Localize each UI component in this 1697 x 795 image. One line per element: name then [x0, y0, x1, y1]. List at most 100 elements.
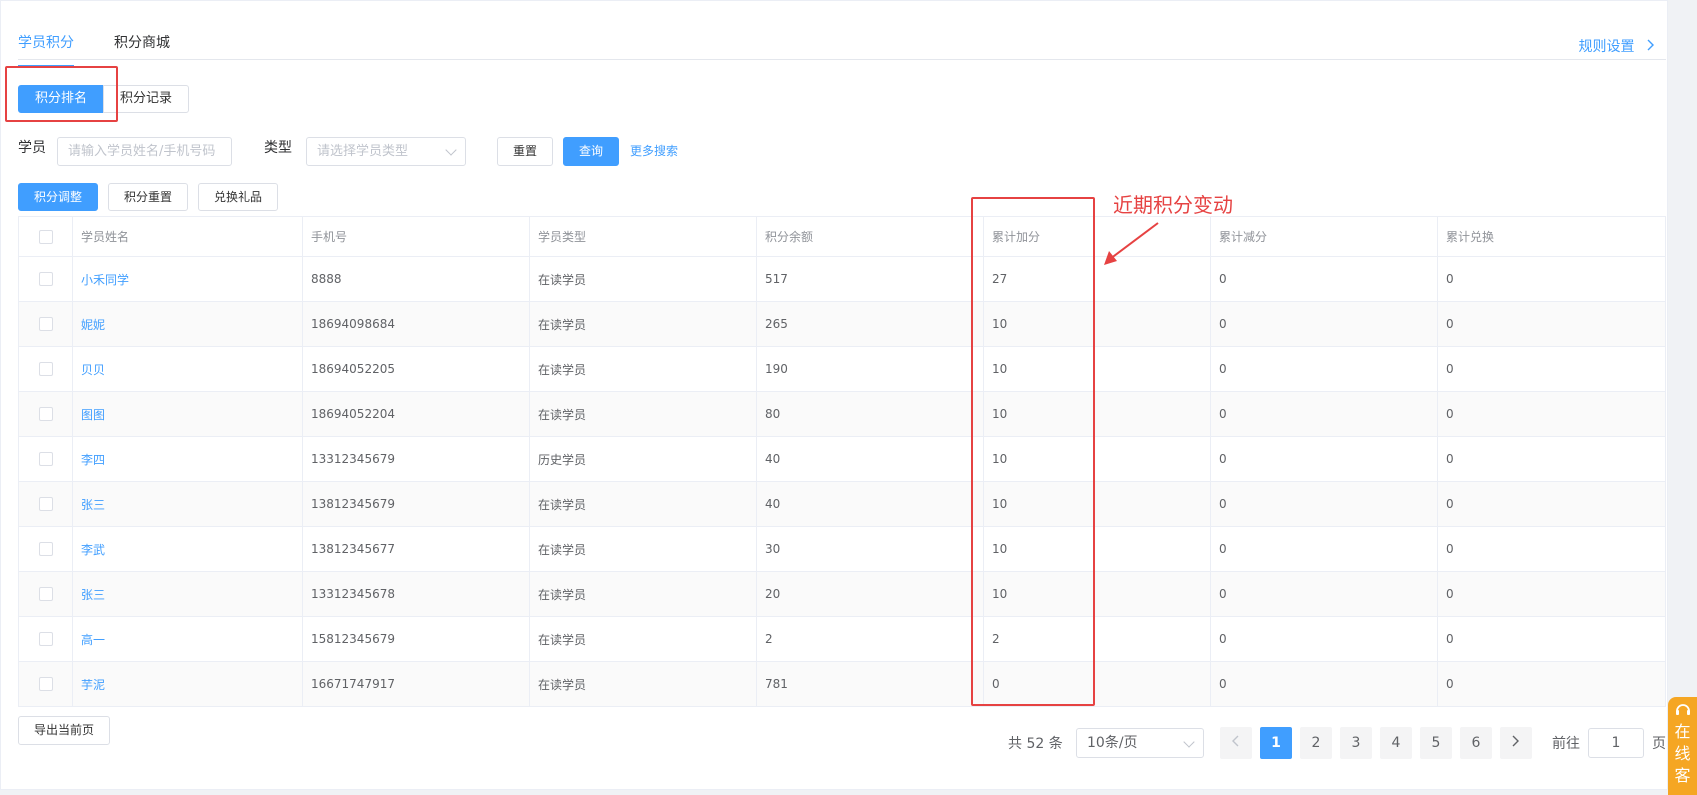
- redeemed-cell: 0: [1437, 526, 1666, 572]
- balance-cell: 40: [756, 436, 984, 482]
- redeem-gift-button[interactable]: 兑换礼品: [198, 183, 278, 211]
- row-checkbox[interactable]: [38, 677, 53, 692]
- row-checkbox-cell: [18, 256, 73, 302]
- redeemed-cell: 0: [1437, 391, 1666, 437]
- type-cell: 在读学员: [529, 256, 757, 302]
- row-checkbox-cell: [18, 571, 73, 617]
- table-header-row: 学员姓名 手机号 学员类型 积分余额 累计加分 累计减分 累计兑换: [18, 216, 1666, 257]
- row-checkbox-cell: [18, 391, 73, 437]
- segment-ranking[interactable]: 积分排名: [18, 85, 105, 113]
- points-ranking-table: 学员姓名 手机号 学员类型 积分余额 累计加分 累计减分 累计兑换 小禾同学 8…: [18, 216, 1666, 707]
- page-button-6[interactable]: 6: [1460, 727, 1492, 759]
- phone-cell: 8888: [302, 256, 530, 302]
- type-label: 类型: [264, 140, 292, 156]
- column-header-deducted[interactable]: 累计减分: [1210, 216, 1438, 257]
- student-name-link[interactable]: 李武: [72, 526, 303, 572]
- rule-settings-link[interactable]: 规则设置: [1579, 36, 1655, 56]
- tab-student-points[interactable]: 学员积分: [18, 32, 74, 67]
- column-header-name[interactable]: 学员姓名: [72, 216, 303, 257]
- reset-points-button[interactable]: 积分重置: [108, 183, 188, 211]
- type-cell: 在读学员: [529, 481, 757, 527]
- adjust-points-button[interactable]: 积分调整: [18, 183, 98, 211]
- table-row: 妮妮 18694098684 在读学员 265 10 0 0: [18, 301, 1666, 347]
- table-row: 张三 13812345679 在读学员 40 10 0 0: [18, 481, 1666, 527]
- query-button[interactable]: 查询: [563, 137, 619, 166]
- redeemed-cell: 0: [1437, 481, 1666, 527]
- added-cell: 10: [983, 391, 1211, 437]
- column-header-type[interactable]: 学员类型: [529, 216, 757, 257]
- online-service-label: 在线客: [1674, 722, 1691, 785]
- row-checkbox[interactable]: [38, 542, 53, 557]
- row-checkbox[interactable]: [38, 272, 53, 287]
- prev-page-button[interactable]: [1220, 727, 1252, 759]
- added-cell: 10: [983, 436, 1211, 482]
- column-header-phone[interactable]: 手机号: [302, 216, 530, 257]
- row-checkbox[interactable]: [38, 497, 53, 512]
- next-page-button[interactable]: [1500, 727, 1532, 759]
- row-checkbox-cell: [18, 526, 73, 572]
- student-name-link[interactable]: 图图: [72, 391, 303, 437]
- phone-cell: 18694052204: [302, 391, 530, 437]
- row-checkbox[interactable]: [38, 632, 53, 647]
- reset-button[interactable]: 重置: [497, 137, 553, 166]
- deducted-cell: 0: [1210, 661, 1438, 707]
- added-cell: 27: [983, 256, 1211, 302]
- type-cell: 历史学员: [529, 436, 757, 482]
- student-name-link[interactable]: 张三: [72, 571, 303, 617]
- balance-cell: 80: [756, 391, 984, 437]
- view-segment: 积分排名 积分记录: [18, 85, 190, 113]
- row-checkbox-cell: [18, 616, 73, 662]
- student-search-input[interactable]: 请输入学员姓名/手机号码: [57, 137, 232, 166]
- chevron-right-icon: [1647, 39, 1655, 55]
- page-button-2[interactable]: 2: [1300, 727, 1332, 759]
- page-size-select[interactable]: 10条/页: [1076, 728, 1204, 758]
- deducted-cell: 0: [1210, 481, 1438, 527]
- page-button-1[interactable]: 1: [1260, 727, 1292, 759]
- row-checkbox[interactable]: [38, 317, 53, 332]
- page-button-4[interactable]: 4: [1380, 727, 1412, 759]
- page-button-3[interactable]: 3: [1340, 727, 1372, 759]
- phone-cell: 13312345679: [302, 436, 530, 482]
- phone-cell: 13812345677: [302, 526, 530, 572]
- row-checkbox[interactable]: [38, 587, 53, 602]
- row-checkbox-cell: [18, 346, 73, 392]
- balance-cell: 30: [756, 526, 984, 572]
- goto-suffix: 页: [1652, 736, 1666, 752]
- tab-divider: [18, 59, 1666, 60]
- balance-cell: 40: [756, 481, 984, 527]
- goto-label: 前往: [1552, 736, 1580, 752]
- student-type-select[interactable]: 请选择学员类型: [306, 137, 466, 166]
- column-header-balance[interactable]: 积分余额: [756, 216, 984, 257]
- deducted-cell: 0: [1210, 571, 1438, 617]
- table-row: 小禾同学 8888 在读学员 517 27 0 0: [18, 256, 1666, 302]
- student-label: 学员: [18, 140, 46, 156]
- online-service-widget[interactable]: 在线客: [1668, 697, 1697, 795]
- export-page-button[interactable]: 导出当前页: [18, 716, 110, 745]
- student-name-link[interactable]: 小禾同学: [72, 256, 303, 302]
- select-all-checkbox[interactable]: [38, 229, 53, 244]
- arrow-icon: [1104, 222, 1159, 265]
- added-cell: 0: [983, 661, 1211, 707]
- row-checkbox[interactable]: [38, 452, 53, 467]
- student-name-link[interactable]: 高一: [72, 616, 303, 662]
- row-checkbox[interactable]: [38, 362, 53, 377]
- type-cell: 在读学员: [529, 571, 757, 617]
- tab-points-mall[interactable]: 积分商城: [114, 32, 170, 67]
- header-checkbox-cell: [18, 216, 73, 257]
- type-cell: 在读学员: [529, 616, 757, 662]
- redeemed-cell: 0: [1437, 256, 1666, 302]
- student-name-link[interactable]: 芋泥: [72, 661, 303, 707]
- student-name-link[interactable]: 贝贝: [72, 346, 303, 392]
- student-name-link[interactable]: 妮妮: [72, 301, 303, 347]
- page-button-5[interactable]: 5: [1420, 727, 1452, 759]
- deducted-cell: 0: [1210, 391, 1438, 437]
- segment-records[interactable]: 积分记录: [103, 85, 190, 113]
- redeemed-cell: 0: [1437, 301, 1666, 347]
- student-name-link[interactable]: 李四: [72, 436, 303, 482]
- student-name-link[interactable]: 张三: [72, 481, 303, 527]
- column-header-redeemed[interactable]: 累计兑换: [1437, 216, 1666, 257]
- goto-page-input[interactable]: 1: [1588, 728, 1644, 758]
- row-checkbox[interactable]: [38, 407, 53, 422]
- column-header-added[interactable]: 累计加分: [983, 216, 1211, 257]
- more-search-link[interactable]: 更多搜索: [630, 137, 678, 166]
